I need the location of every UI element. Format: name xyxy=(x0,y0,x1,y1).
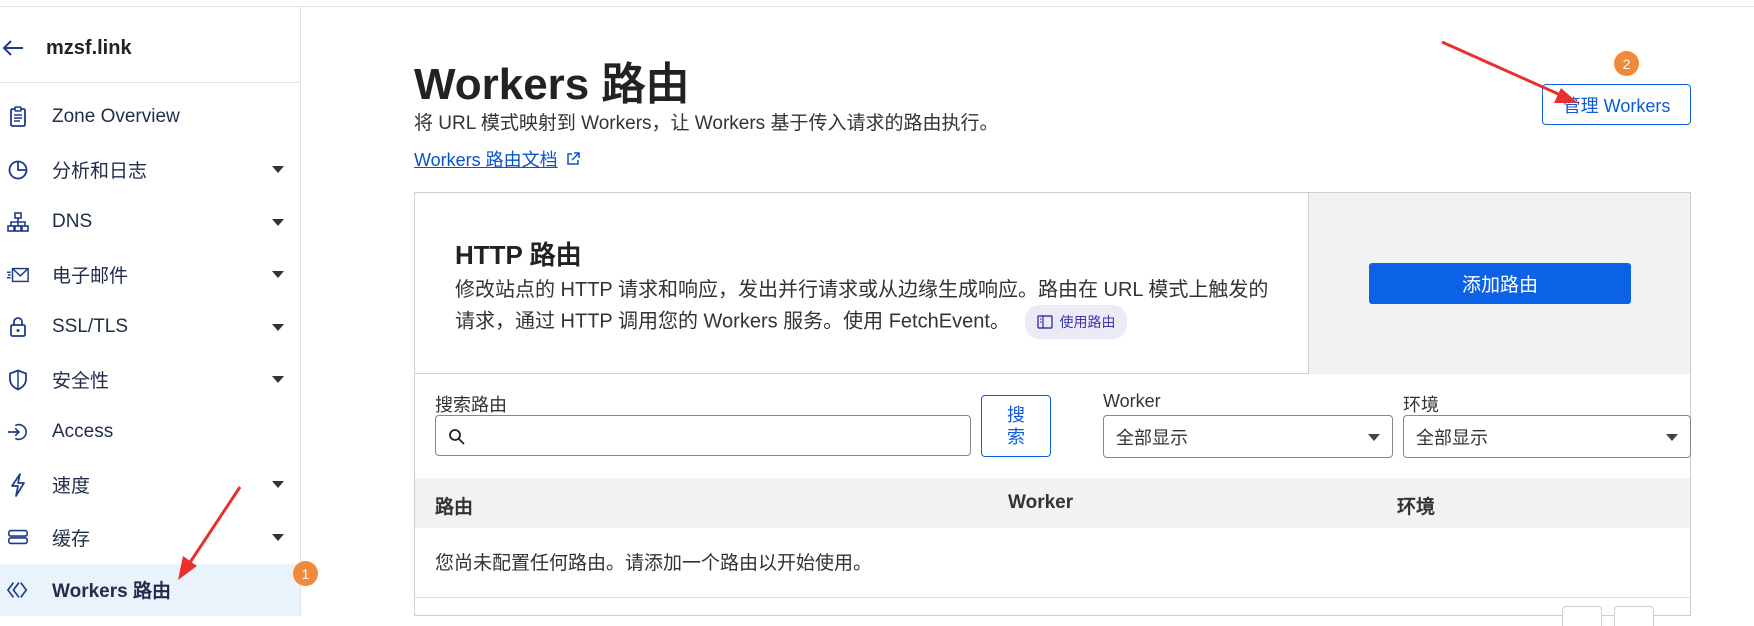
chevron-down-icon[interactable] xyxy=(272,323,284,331)
http-routes-header: HTTP 路由 修改站点的 HTTP 请求和响应，发出并行请求或从边缘生成响应。… xyxy=(415,193,1690,374)
sidebar-item-label: 电子邮件 xyxy=(52,266,129,288)
external-link-icon xyxy=(566,152,580,165)
chevron-down-icon xyxy=(1666,434,1678,441)
worker-filter-value: 全部显示 xyxy=(1116,427,1188,448)
bolt-icon xyxy=(7,472,29,497)
search-button-label: 搜 索 xyxy=(1007,405,1025,447)
sidebar-item-dns[interactable]: DNS xyxy=(0,196,300,249)
storage-icon xyxy=(7,526,29,548)
pagination-prev-button[interactable] xyxy=(1562,606,1602,626)
chevron-down-icon[interactable] xyxy=(272,271,284,279)
workers-routes-docs-link[interactable]: Workers 路由文档 xyxy=(414,146,580,172)
pie-chart-icon xyxy=(7,159,29,181)
sidebar-item-ssl-tls[interactable]: SSL/TLS xyxy=(0,301,300,354)
email-icon xyxy=(7,264,29,286)
sidebar-item-speed[interactable]: 速度 xyxy=(0,459,300,512)
annotation-marker-2: 2 xyxy=(1614,51,1639,76)
environment-filter-select[interactable]: 全部显示 xyxy=(1403,415,1691,458)
row-divider xyxy=(415,597,1690,598)
add-route-panel: 添加路由 xyxy=(1308,193,1690,374)
back-arrow-icon[interactable] xyxy=(2,39,24,57)
column-header-worker[interactable]: Worker xyxy=(1008,492,1073,514)
page-title: Workers 路由 xyxy=(414,60,690,109)
sidebar-item-analytics[interactable]: 分析和日志 xyxy=(0,144,300,197)
worker-filter-select[interactable]: 全部显示 xyxy=(1103,415,1393,458)
book-icon xyxy=(1037,315,1054,329)
desc-line-1: 修改站点的 HTTP 请求和响应，发出并行请求或从边缘生成响应。路由在 URL … xyxy=(455,279,1269,301)
lock-icon xyxy=(7,316,29,338)
chevron-down-icon[interactable] xyxy=(272,218,284,226)
chevron-down-icon[interactable] xyxy=(272,533,284,541)
chevron-down-icon[interactable] xyxy=(272,166,284,174)
worker-filter-label: Worker xyxy=(1103,391,1161,411)
sidebar-nav: Zone Overview 分析和日志 DNS 电子邮件 SSL/TLS 安全性… xyxy=(0,91,300,616)
sidebar-item-label: 安全性 xyxy=(52,371,110,393)
environment-filter-label: 环境 xyxy=(1403,395,1439,415)
annotation-marker-1: 1 xyxy=(293,561,318,586)
http-routes-title: HTTP 路由 xyxy=(455,240,582,270)
clipboard-icon xyxy=(7,106,29,128)
sidebar-item-label: 分析和日志 xyxy=(52,161,148,183)
use-routes-badge[interactable]: 使用路由 xyxy=(1025,305,1128,339)
sidebar-item-security[interactable]: 安全性 xyxy=(0,354,300,407)
sidebar-item-label: Access xyxy=(52,421,114,443)
sidebar-item-access[interactable]: Access xyxy=(0,406,300,459)
http-routes-card: HTTP 路由 修改站点的 HTTP 请求和响应，发出并行请求或从边缘生成响应。… xyxy=(414,192,1691,626)
search-button[interactable]: 搜 索 xyxy=(981,395,1051,457)
pagination-next-button[interactable] xyxy=(1614,606,1654,626)
chevron-down-icon xyxy=(1368,434,1380,441)
sidebar-item-label: Workers 路由 xyxy=(52,581,171,603)
sidebar-item-workers-routes[interactable]: Workers 路由 xyxy=(0,563,300,616)
sidebar-item-cache[interactable]: 缓存 xyxy=(0,511,300,564)
sidebar: mzsf.link Zone Overview 分析和日志 DNS 电子邮件 S… xyxy=(0,7,301,616)
column-header-route[interactable]: 路由 xyxy=(435,492,473,519)
zone-name[interactable]: mzsf.link xyxy=(46,37,132,60)
docs-link-text: Workers 路由文档 xyxy=(414,150,558,170)
shield-icon xyxy=(7,369,29,391)
sidebar-item-label: SSL/TLS xyxy=(52,316,129,338)
chevron-down-icon[interactable] xyxy=(272,481,284,489)
add-route-button[interactable]: 添加路由 xyxy=(1369,263,1631,304)
environment-filter-value: 全部显示 xyxy=(1416,427,1488,448)
use-routes-badge-label: 使用路由 xyxy=(1059,314,1116,330)
search-routes-label: 搜索路由 xyxy=(435,395,507,415)
search-icon xyxy=(449,429,465,445)
workers-icon xyxy=(7,579,29,601)
http-routes-description: 修改站点的 HTTP 请求和响应，发出并行请求或从边缘生成响应。路由在 URL … xyxy=(455,275,1275,339)
routes-empty-message: 您尚未配置任何路由。请添加一个路由以开始使用。 xyxy=(435,553,873,574)
sidebar-item-label: 缓存 xyxy=(52,528,91,550)
zone-header: mzsf.link xyxy=(0,7,300,83)
sidebar-item-zone-overview[interactable]: Zone Overview xyxy=(0,91,300,144)
routes-table-header: 路由 Worker 环境 xyxy=(415,478,1690,528)
sidebar-item-label: DNS xyxy=(52,211,93,233)
manage-workers-button[interactable]: 管理 Workers xyxy=(1542,84,1691,125)
sidebar-item-label: 速度 xyxy=(52,476,91,498)
access-icon xyxy=(7,421,29,443)
sidebar-item-label: Zone Overview xyxy=(52,106,180,128)
chevron-down-icon[interactable] xyxy=(272,376,284,384)
network-icon xyxy=(7,211,29,233)
search-routes-input[interactable] xyxy=(435,415,971,456)
top-border xyxy=(0,0,1754,7)
page-subtitle: 将 URL 模式映射到 Workers，让 Workers 基于传入请求的路由执… xyxy=(414,113,999,134)
desc-line-2: 请求，通过 HTTP 调用您的 Workers 服务。使用 FetchEvent… xyxy=(455,310,1010,333)
column-header-environment[interactable]: 环境 xyxy=(1397,492,1435,519)
sidebar-item-email[interactable]: 电子邮件 xyxy=(0,249,300,302)
